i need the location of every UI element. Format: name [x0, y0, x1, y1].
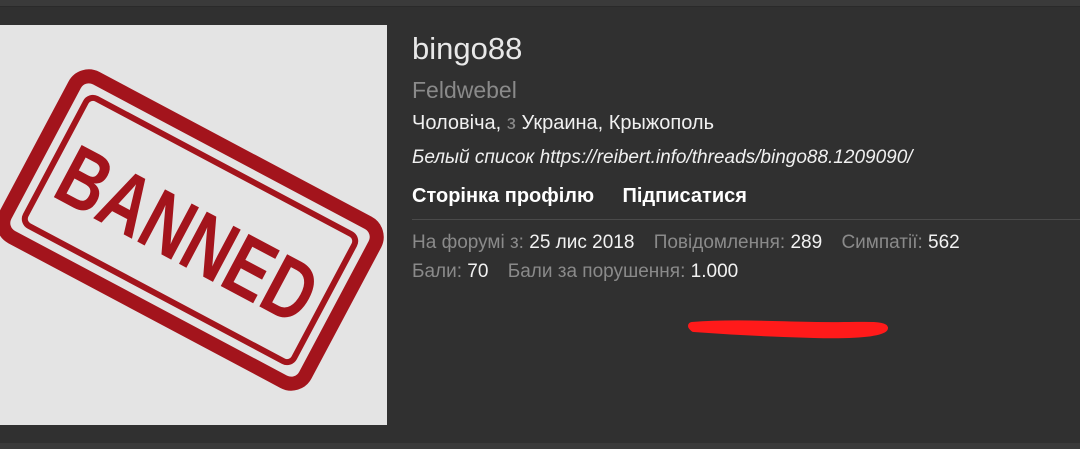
- stat-points-value: 70: [467, 261, 489, 282]
- username[interactable]: bingo88: [412, 31, 522, 67]
- stat-messages[interactable]: Повідомлення: 289: [654, 232, 822, 254]
- stat-warning-points-value: 1.000: [690, 261, 739, 282]
- stat-warning-points: Бали за порушення: 1.000: [508, 261, 738, 283]
- gender-text: Чоловіча: [412, 112, 496, 134]
- divider: [412, 219, 1080, 220]
- stat-joined-value: 25 лис 2018: [529, 232, 635, 253]
- stat-points: Бали: 70: [412, 261, 488, 283]
- profile-page-link[interactable]: Сторінка профілю: [412, 185, 594, 208]
- stat-points-label: Бали:: [412, 261, 463, 282]
- from-word: з: [506, 112, 516, 134]
- follow-link[interactable]: Підписатися: [623, 185, 747, 208]
- user-rank: Feldwebel: [412, 77, 517, 103]
- stat-joined-label: На форумі з:: [412, 232, 524, 253]
- stat-joined: На форумі з: 25 лис 2018: [412, 232, 634, 254]
- location-link[interactable]: Украина, Крыжополь: [522, 112, 715, 134]
- custom-title-note: Белый список https://reibert.info/thread…: [412, 147, 913, 168]
- stats-row-2: Бали: 70 Бали за порушення: 1.000: [412, 261, 752, 283]
- profile-actions: Сторінка профілю Підписатися: [412, 185, 771, 208]
- avatar[interactable]: BANNED: [0, 25, 387, 425]
- stat-likes-label: Симпатії:: [841, 232, 923, 253]
- stat-likes: Симпатії: 562: [841, 232, 959, 254]
- user-location: Чоловіча, з Украина, Крыжополь: [412, 112, 715, 134]
- stat-warning-points-label: Бали за порушення:: [507, 261, 686, 282]
- stat-messages-value[interactable]: 289: [790, 232, 822, 253]
- stats-row-1: На форумі з: 25 лис 2018 Повідомлення: 2…: [412, 232, 974, 254]
- profile-card: BANNED bingo88 Feldwebel Чоловіча, з Укр…: [0, 6, 1080, 443]
- stat-messages-label: Повідомлення:: [653, 232, 786, 253]
- stat-likes-value: 562: [928, 232, 960, 253]
- red-underline-annotation: [688, 320, 888, 339]
- banned-stamp-image: BANNED: [0, 69, 384, 391]
